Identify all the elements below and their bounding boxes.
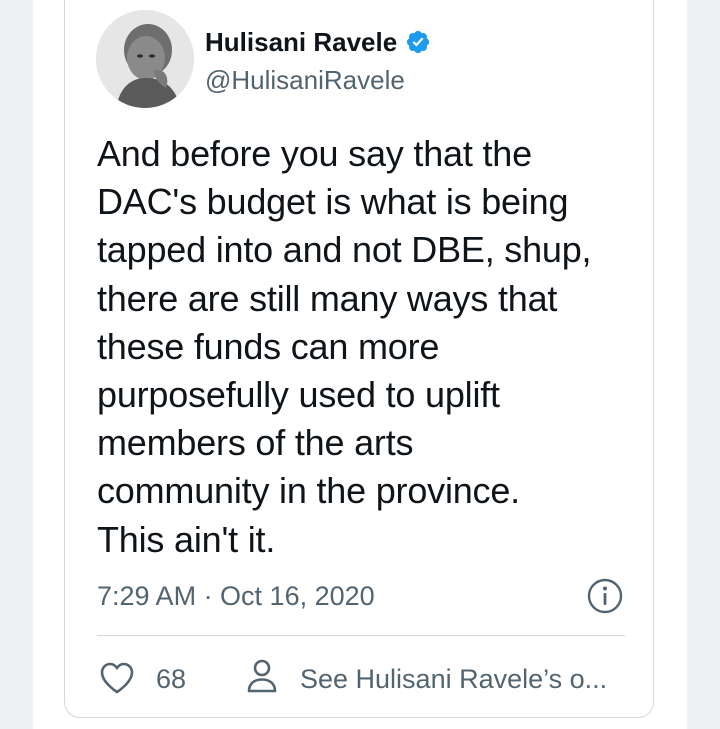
avatar[interactable] xyxy=(96,10,194,108)
page: Hulisani Ravele @HulisaniRavele And befo… xyxy=(0,0,720,729)
see-profile-link[interactable]: See Hulisani Ravele’s o... xyxy=(300,662,630,696)
person-icon[interactable] xyxy=(242,656,282,696)
like-count[interactable]: 68 xyxy=(156,662,186,696)
author-name-row[interactable]: Hulisani Ravele xyxy=(205,26,431,58)
info-icon[interactable] xyxy=(586,577,624,615)
avatar-image xyxy=(96,10,194,108)
divider xyxy=(97,635,625,636)
tweet-timestamp[interactable]: 7:29 AM · Oct 16, 2020 xyxy=(97,578,375,614)
author-handle[interactable]: @HulisaniRavele xyxy=(205,64,405,96)
tweet-text: And before you say that the DAC's budget… xyxy=(97,133,592,560)
heart-icon[interactable] xyxy=(97,658,137,698)
verified-badge-icon xyxy=(407,30,430,54)
author-name[interactable]: Hulisani Ravele xyxy=(205,26,397,58)
